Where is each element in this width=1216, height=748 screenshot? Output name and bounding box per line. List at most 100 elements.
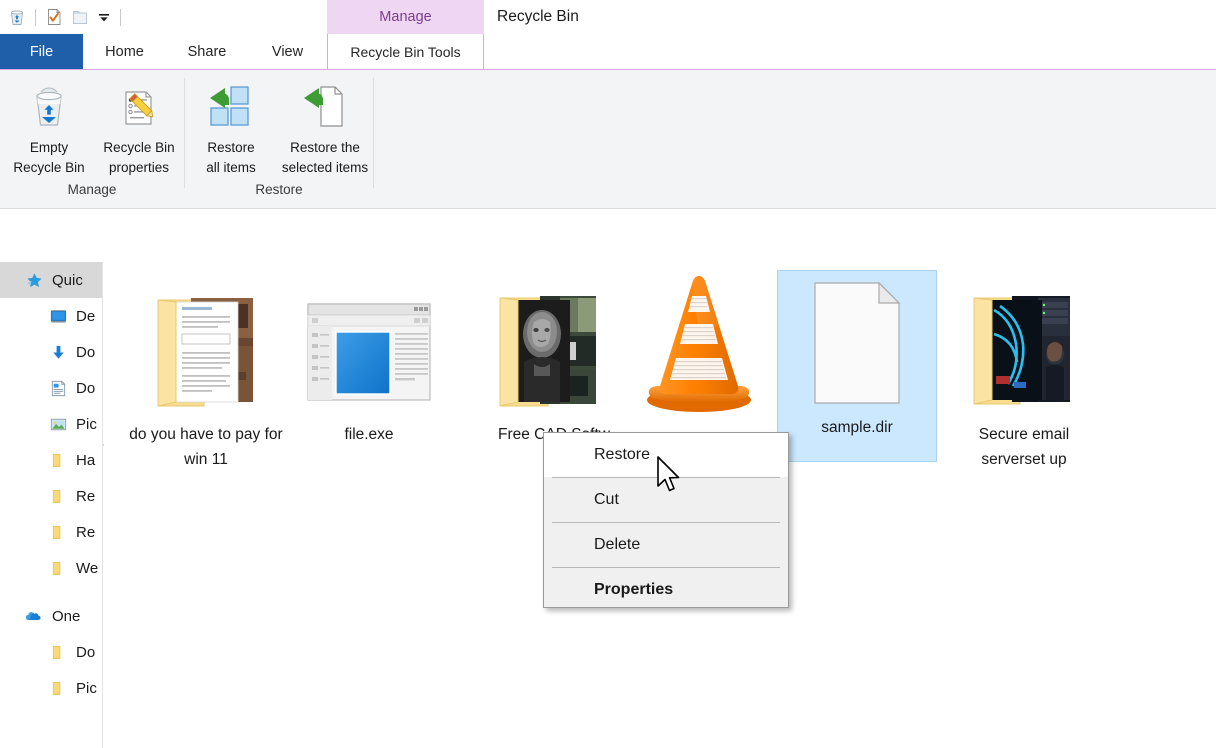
recycle-bin-properties-icon <box>115 80 163 134</box>
address-bar-area: › Recycle Bin <box>0 210 1216 464</box>
sidebar-item-label: De <box>76 307 96 325</box>
label-line-1: Recycle Bin <box>103 140 175 155</box>
ribbon-group-manage: Empty Recycle Bin Recycle Bin properties… <box>0 70 184 209</box>
sidebar-item-label: We <box>76 559 99 577</box>
contextual-tab-group-title: Manage <box>327 0 484 34</box>
navigation-pane: Quic De Do Do Pic Ha Re Re We One Do Pic <box>0 262 103 748</box>
file-item-tile[interactable]: sample.dir <box>777 270 937 462</box>
folder-with-thumbnail-icon <box>126 270 286 418</box>
recycle-bin-properties-button[interactable]: Recycle Bin properties <box>94 70 184 178</box>
sidebar-item-label: Do <box>76 643 96 661</box>
restore-selected-items-label: Restore the selected items <box>282 138 368 178</box>
restore-selected-items-icon <box>299 80 351 134</box>
context-menu-item-delete[interactable]: Delete <box>544 523 788 567</box>
label-line-1: Empty <box>29 140 69 155</box>
tab-recycle-bin-tools[interactable]: Recycle Bin Tools <box>327 34 484 70</box>
file-item-label: do you have to pay for win 11 <box>129 426 283 468</box>
sidebar-item-label: Re <box>76 523 96 541</box>
title-bar: Manage Recycle Bin <box>0 0 1216 34</box>
onedrive-cloud-icon <box>24 606 44 626</box>
vlc-cone-icon <box>619 270 779 418</box>
recycle-bin-properties-label: Recycle Bin properties <box>103 138 174 178</box>
restore-all-items-label: Restore all items <box>206 138 256 178</box>
folder-with-thumbnail-icon <box>474 270 634 418</box>
file-item-label: Secure email serverset up <box>978 426 1070 468</box>
pictures-icon <box>48 414 68 434</box>
sidebar-section-gap <box>0 586 102 598</box>
sidebar-item-label: Re <box>76 487 96 505</box>
window-title: Recycle Bin <box>497 8 579 25</box>
empty-recycle-bin-icon <box>25 80 73 134</box>
folder-icon <box>48 522 68 542</box>
ribbon-group-label-manage: Manage <box>67 182 117 197</box>
customize-dropdown-icon[interactable] <box>93 4 115 30</box>
label-line-2: all items <box>206 160 256 175</box>
ribbon-group-label-restore: Restore <box>255 182 303 197</box>
documents-icon <box>48 378 68 398</box>
file-item-tile[interactable]: file.exe <box>289 270 449 455</box>
restore-all-items-button[interactable]: Restore all items <box>185 70 277 178</box>
sidebar-item-downloads[interactable]: Do <box>0 334 102 370</box>
quick-access-star-icon <box>24 270 44 290</box>
application-window-icon <box>289 270 449 418</box>
properties-checkmark-icon[interactable] <box>41 4 67 30</box>
sidebar-item-desktop[interactable]: De <box>0 298 102 334</box>
recycle-bin-icon[interactable] <box>4 4 30 30</box>
tab-file[interactable]: File <box>0 34 83 70</box>
folder-icon <box>48 678 68 698</box>
empty-recycle-bin-button[interactable]: Empty Recycle Bin <box>4 70 94 178</box>
file-item-label <box>619 418 779 430</box>
sidebar-item-label: One <box>52 607 81 625</box>
file-item-tile[interactable]: Free CAD Softw <box>474 270 634 455</box>
sidebar-item-pictures[interactable]: Pic <box>0 406 102 442</box>
file-item-tile[interactable] <box>619 270 779 430</box>
file-item-tile[interactable]: do you have to pay for win 11 <box>126 270 286 480</box>
tab-home[interactable]: Home <box>83 34 166 70</box>
file-explorer-window: Manage Recycle Bin File Home Share View … <box>0 0 1216 748</box>
tab-share[interactable]: Share <box>166 34 248 70</box>
file-item-tile[interactable]: Secure email serverset up <box>944 270 1104 480</box>
label-line-2: properties <box>108 160 170 175</box>
sidebar-item-label: Ha <box>76 451 96 469</box>
folder-with-thumbnail-icon <box>944 270 1104 418</box>
sidebar-item-label: Do <box>76 379 96 397</box>
desktop-icon <box>48 306 68 326</box>
sidebar-item-folder-1[interactable]: Ha <box>0 442 102 478</box>
label-line-2: selected items <box>281 160 369 175</box>
qat-divider-2 <box>120 8 121 26</box>
sidebar-item-label: Quic <box>52 271 83 289</box>
context-menu-item-restore[interactable]: Restore <box>544 433 788 477</box>
context-menu-item-cut[interactable]: Cut <box>544 478 788 522</box>
ribbon: Empty Recycle Bin Recycle Bin properties… <box>0 70 1216 209</box>
quick-access-toolbar <box>0 0 126 34</box>
empty-recycle-bin-label: Empty Recycle Bin <box>13 138 84 178</box>
folder-icon <box>48 450 68 470</box>
sidebar-item-onedrive-documents[interactable]: Do <box>0 634 102 670</box>
new-folder-icon[interactable] <box>67 4 93 30</box>
tab-view[interactable]: View <box>248 34 327 70</box>
context-menu-item-properties[interactable]: Properties <box>544 568 788 612</box>
folder-icon <box>48 486 68 506</box>
blank-document-icon <box>778 271 936 411</box>
sidebar-item-folder-3[interactable]: Re <box>0 514 102 550</box>
sidebar-item-label: Pic <box>76 679 97 697</box>
restore-all-items-icon <box>205 80 257 134</box>
folder-icon <box>48 558 68 578</box>
file-item-label: file.exe <box>344 426 394 443</box>
downloads-icon <box>48 342 68 362</box>
qat-divider <box>35 8 36 26</box>
sidebar-item-documents[interactable]: Do <box>0 370 102 406</box>
sidebar-item-folder-4[interactable]: We <box>0 550 102 586</box>
folder-icon <box>48 642 68 662</box>
ribbon-tab-strip: File Home Share View Recycle Bin Tools <box>0 34 1216 70</box>
sidebar-item-quick-access[interactable]: Quic <box>0 262 102 298</box>
sidebar-item-folder-2[interactable]: Re <box>0 478 102 514</box>
sidebar-item-onedrive[interactable]: One <box>0 598 102 634</box>
sidebar-item-label: Do <box>76 343 96 361</box>
context-menu[interactable]: Restore Cut Delete Properties <box>543 432 789 608</box>
label-line-1: Restore the <box>290 140 360 155</box>
restore-selected-items-button[interactable]: Restore the selected items <box>277 70 373 178</box>
sidebar-item-onedrive-pictures[interactable]: Pic <box>0 670 102 706</box>
ribbon-group-divider-2 <box>373 78 374 188</box>
ribbon-group-restore: Restore all items Restore the selected i… <box>185 70 373 209</box>
